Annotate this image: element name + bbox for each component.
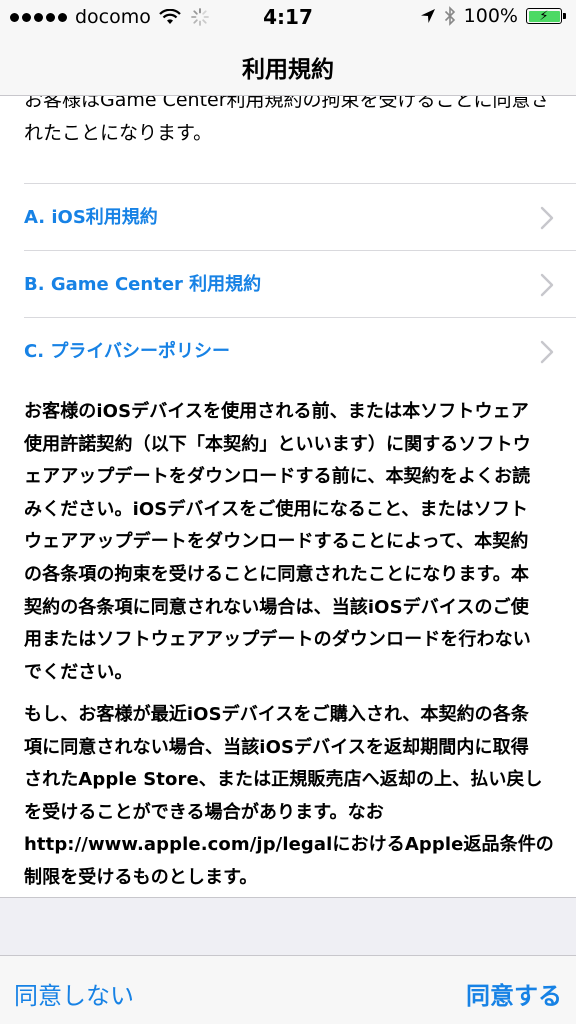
carrier-label: docomo [75,6,151,28]
bluetooth-icon [444,6,455,26]
charging-bolt-icon: ⚡ [539,8,549,24]
chevron-right-icon [540,340,554,364]
status-bar-right: 100% ⚡ [420,5,566,27]
page-title: 利用規約 [242,57,334,83]
chevron-right-icon [540,206,554,230]
status-bar-left: docomo [10,6,209,28]
terms-content[interactable]: お客様はGame Center利用規約の拘束を受けることに同意さ れたことになり… [0,96,576,898]
disagree-button[interactable]: 同意しない [14,976,134,1011]
navigation-bar: 利用規約 [0,36,576,96]
location-arrow-icon [420,9,435,23]
bottom-toolbar: 同意しない 同意する [0,955,576,1024]
row-label: C. プライバシーポリシー [24,341,230,362]
agree-button[interactable]: 同意する [466,976,562,1011]
battery-percent: 100% [463,5,518,27]
loading-spinner-icon [190,8,209,26]
signal-dots-icon [10,12,67,22]
row-privacy-policy[interactable]: C. プライバシーポリシー [0,318,576,385]
row-game-center-terms[interactable]: B. Game Center 利用規約 [0,251,576,318]
row-ios-terms[interactable]: A. iOS利用規約 [0,184,576,251]
wifi-icon [159,9,181,24]
battery-icon: ⚡ [526,8,566,24]
chevron-right-icon [540,273,554,297]
row-label: A. iOS利用規約 [24,207,158,228]
terms-paragraph: もし、お客様が最近iOSデバイスをご購入され、本契約の各条 項に同意されない場合… [24,704,554,888]
status-bar: docomo 4:17 100% ⚡ [0,0,576,36]
intro-text: お客様はGame Center利用規約の拘束を受けることに同意さ れたことになり… [24,96,550,144]
row-label: B. Game Center 利用規約 [24,274,262,295]
terms-paragraph: お客様のiOSデバイスを使用される前、または本ソフトウェア 使用許諾契約（以下「… [24,401,531,683]
